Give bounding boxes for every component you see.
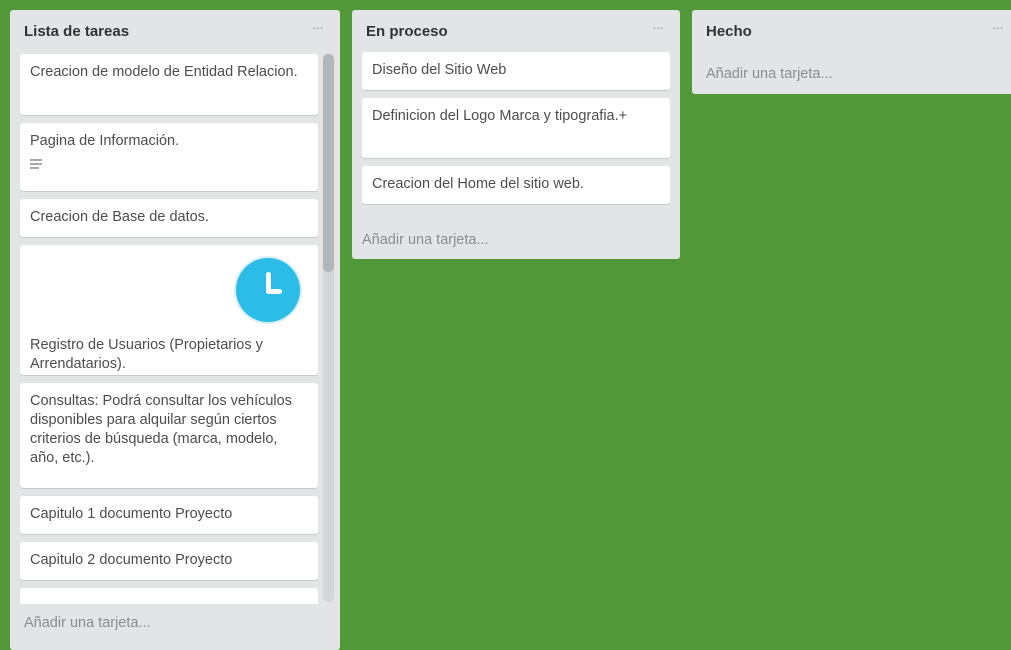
card[interactable]: Creacion del Home del sitio web. [362, 166, 670, 204]
list-title[interactable]: En proceso [366, 23, 448, 40]
card[interactable]: Creacion de modelo de Entidad Relacion. [20, 54, 318, 115]
list-lista-de-tareas[interactable]: Lista de tareas ··· Creacion de modelo d… [10, 10, 340, 650]
card-list: Creacion de modelo de Entidad Relacion. … [20, 54, 318, 604]
clock-icon [236, 258, 300, 322]
card-title: Diseño del Sitio Web [372, 62, 507, 78]
list-scrollbar[interactable] [323, 54, 334, 602]
card-list: Diseño del Sitio Web Definicion del Logo… [362, 52, 670, 212]
card-cover [30, 254, 308, 336]
card[interactable]: Creacion de Base de datos. [20, 199, 318, 237]
add-card-link[interactable]: Añadir una tarjeta... [362, 232, 489, 248]
card[interactable]: Definicion del Logo Marca y tipografia.+ [362, 98, 670, 158]
card-title: Pagina de Información. [30, 133, 180, 149]
list-header: Lista de tareas ··· [10, 10, 340, 52]
card-title: Creacion del Home del sitio web. [372, 176, 584, 192]
card[interactable]: Capitulo 2 documento Proyecto [20, 542, 318, 580]
description-icon [30, 159, 42, 169]
card-with-cover[interactable]: Registro de Usuarios (Propietarios y Arr… [20, 245, 318, 375]
add-card-link[interactable]: Añadir una tarjeta... [706, 66, 833, 82]
card-title: Registro de Usuarios (Propietarios y Arr… [30, 337, 263, 372]
list-hecho[interactable]: Hecho ··· Añadir una tarjeta... [692, 10, 1011, 94]
list-header: Hecho ··· [692, 10, 1011, 52]
card-title: Capitulo 1 documento Proyecto [30, 506, 233, 522]
card[interactable]: Pagina de Información. [20, 123, 318, 191]
card-title: Creacion de Base de datos. [30, 209, 209, 225]
card-title: Creacion de modelo de Entidad Relacion. [30, 64, 298, 80]
card-title: Definicion del Logo Marca y tipografia.+ [372, 108, 628, 124]
list-en-proceso[interactable]: En proceso ··· Diseño del Sitio Web Defi… [352, 10, 680, 259]
list-header: En proceso ··· [352, 10, 680, 52]
scrollbar-thumb[interactable] [323, 54, 334, 272]
card[interactable]: Capitulo 1 documento Proyecto [20, 496, 318, 534]
list-menu-icon[interactable]: ··· [312, 19, 324, 35]
list-menu-icon[interactable]: ··· [652, 19, 664, 35]
card[interactable]: Consultas: Podrá consultar los vehículos… [20, 383, 318, 488]
card-title: Consultas: Podrá consultar los vehículos… [30, 393, 292, 466]
card[interactable] [20, 588, 318, 604]
card-title: Capitulo 2 documento Proyecto [30, 552, 233, 568]
list-title[interactable]: Lista de tareas [24, 23, 129, 40]
add-card-link[interactable]: Añadir una tarjeta... [24, 615, 151, 631]
list-menu-icon[interactable]: ··· [992, 19, 1004, 35]
list-title[interactable]: Hecho [706, 23, 752, 40]
card[interactable]: Diseño del Sitio Web [362, 52, 670, 90]
